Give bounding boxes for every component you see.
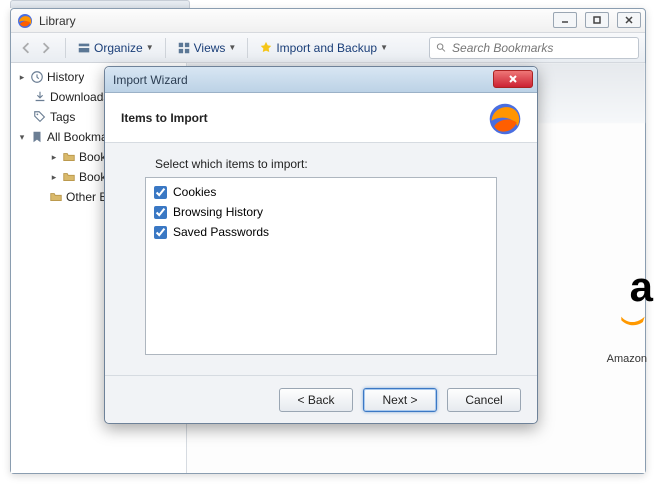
expander-icon[interactable]: ▸ bbox=[49, 172, 59, 182]
checkbox-row-passwords[interactable]: Saved Passwords bbox=[152, 222, 490, 242]
expander-icon[interactable]: ▸ bbox=[17, 72, 27, 82]
bookmark-icon bbox=[30, 130, 44, 144]
views-label: Views bbox=[194, 41, 226, 55]
clock-icon bbox=[30, 70, 44, 84]
folder-icon bbox=[62, 170, 76, 184]
dialog-window-title: Import Wizard bbox=[113, 73, 188, 87]
tree-label: Tags bbox=[50, 110, 75, 124]
import-backup-menu[interactable]: Import and Backup ▼ bbox=[254, 39, 393, 57]
views-menu[interactable]: Views ▼ bbox=[172, 39, 242, 57]
search-icon bbox=[436, 42, 447, 54]
checkbox-cookies[interactable] bbox=[154, 186, 167, 199]
browser-tab-stub bbox=[10, 0, 190, 8]
dialog-footer: < Back Next > Cancel bbox=[105, 375, 537, 423]
firefox-logo-icon bbox=[487, 101, 523, 137]
organize-label: Organize bbox=[94, 41, 143, 55]
back-arrow-icon[interactable] bbox=[17, 39, 35, 57]
tree-label: Downloads bbox=[50, 90, 109, 104]
search-input[interactable] bbox=[452, 41, 632, 55]
dialog-header: Items to Import bbox=[105, 93, 537, 143]
library-title-bar: Library bbox=[11, 9, 645, 33]
views-icon bbox=[177, 41, 191, 55]
close-button[interactable] bbox=[617, 12, 641, 28]
window-controls bbox=[553, 12, 641, 28]
import-wizard-dialog: Import Wizard Items to Import Select whi… bbox=[104, 66, 538, 424]
minimize-button[interactable] bbox=[553, 12, 577, 28]
folder-icon bbox=[62, 150, 76, 164]
dialog-header-title: Items to Import bbox=[121, 111, 208, 125]
checkbox-label: Browsing History bbox=[173, 205, 263, 219]
separator bbox=[165, 38, 166, 58]
expander-icon[interactable]: ▸ bbox=[49, 152, 59, 162]
checkbox-row-history[interactable]: Browsing History bbox=[152, 202, 490, 222]
next-button[interactable]: Next > bbox=[363, 388, 437, 412]
caret-down-icon: ▼ bbox=[228, 43, 236, 52]
expander-icon[interactable]: ▾ bbox=[17, 132, 27, 142]
dialog-title-bar: Import Wizard bbox=[105, 67, 537, 93]
caret-down-icon: ▼ bbox=[146, 43, 154, 52]
firefox-icon bbox=[17, 13, 33, 29]
back-button[interactable]: < Back bbox=[279, 388, 353, 412]
import-items-list: Cookies Browsing History Saved Passwords bbox=[145, 177, 497, 355]
caret-down-icon: ▼ bbox=[380, 43, 388, 52]
cancel-button[interactable]: Cancel bbox=[447, 388, 521, 412]
tree-label: History bbox=[47, 70, 84, 84]
separator bbox=[65, 38, 66, 58]
checkbox-label: Cookies bbox=[173, 185, 216, 199]
checkbox-label: Saved Passwords bbox=[173, 225, 269, 239]
library-toolbar: Organize ▼ Views ▼ Import and Backup ▼ bbox=[11, 33, 645, 63]
import-backup-label: Import and Backup bbox=[276, 41, 377, 55]
amazon-logo-fragment: a bbox=[630, 263, 653, 311]
tag-icon bbox=[33, 110, 47, 124]
download-icon bbox=[33, 90, 47, 104]
organize-menu[interactable]: Organize ▼ bbox=[72, 39, 159, 57]
library-title: Library bbox=[39, 14, 76, 28]
organize-icon bbox=[77, 41, 91, 55]
separator bbox=[247, 38, 248, 58]
checkbox-passwords[interactable] bbox=[154, 226, 167, 239]
star-icon bbox=[259, 41, 273, 55]
amazon-label: Amazon bbox=[607, 353, 647, 365]
forward-arrow-icon[interactable] bbox=[37, 39, 55, 57]
checkbox-row-cookies[interactable]: Cookies bbox=[152, 182, 490, 202]
amazon-swoosh-icon bbox=[619, 313, 647, 331]
dialog-body: Select which items to import: Cookies Br… bbox=[105, 143, 537, 375]
search-box[interactable] bbox=[429, 37, 639, 59]
dialog-close-button[interactable] bbox=[493, 70, 533, 88]
maximize-button[interactable] bbox=[585, 12, 609, 28]
dialog-instruction: Select which items to import: bbox=[145, 157, 497, 171]
checkbox-history[interactable] bbox=[154, 206, 167, 219]
folder-icon bbox=[49, 190, 63, 204]
